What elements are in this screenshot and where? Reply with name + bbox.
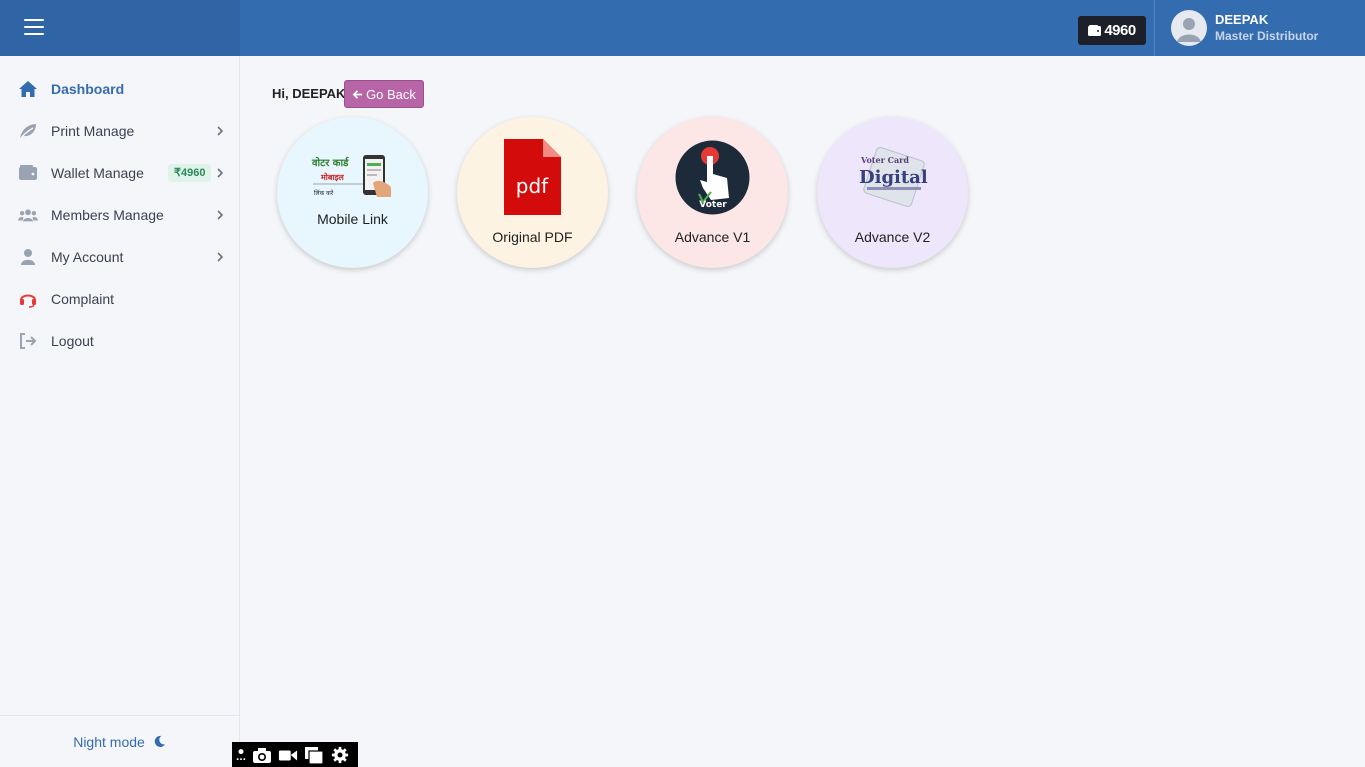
service-tile-advance-v1[interactable]: Voter Advance V1 [637, 117, 788, 268]
sidebar-item-my-account[interactable]: My Account [0, 236, 239, 278]
greeting-text: Hi, DEEPAK [272, 86, 346, 101]
wallet-badge: ₹4960 [168, 164, 212, 182]
moon-icon [154, 735, 165, 747]
sidebar-item-members-manage[interactable]: Members Manage [0, 194, 239, 236]
chevron-right-icon [217, 168, 224, 178]
hamburger-icon[interactable] [24, 19, 44, 37]
recorder-toolbar [232, 742, 358, 767]
sidebar-item-label: Dashboard [51, 81, 125, 97]
voter-logo-text: Voter [699, 200, 727, 210]
top-navbar: 4960 DEEPAK Master Distributor [0, 0, 1365, 56]
go-back-button[interactable]: Go Back [344, 80, 424, 108]
wallet-balance-value: 4960 [1104, 22, 1136, 39]
wallet-icon [1088, 25, 1102, 36]
night-mode-label: Night mode [73, 733, 145, 750]
chevron-right-icon [217, 252, 224, 262]
gear-icon[interactable] [330, 746, 350, 764]
service-tile-advance-v2[interactable]: Voter Card Digital Advance V2 [817, 117, 968, 268]
tile-label: Mobile Link [317, 211, 388, 227]
pdf-icon-text: pdf [516, 174, 549, 198]
sidebar-item-label: Logout [51, 333, 94, 349]
sidebar-item-label: Wallet Manage [51, 165, 144, 181]
user-role: Master Distributor [1215, 29, 1319, 43]
arrow-left-icon [352, 89, 363, 99]
copy-icon[interactable] [304, 746, 324, 764]
sidebar-item-label: My Account [51, 249, 124, 265]
user-name[interactable]: DEEPAK [1215, 12, 1268, 27]
pin-icon[interactable] [236, 746, 246, 764]
sidebar-item-complaint[interactable]: Complaint [0, 278, 239, 320]
home-icon [18, 80, 38, 98]
mobile-link-image-text: वोटर कार्ड [311, 156, 349, 169]
chevron-right-icon [217, 126, 224, 136]
pdf-file-icon: pdf [501, 137, 563, 217]
wallet-balance-chip[interactable]: 4960 [1078, 16, 1146, 45]
sidebar-item-print-manage[interactable]: Print Manage [0, 110, 239, 152]
tile-label: Original PDF [492, 229, 573, 245]
digital-logo-text: Voter Card [860, 155, 909, 165]
mobile-link-image-text: मोबाइल [320, 172, 344, 182]
wallet-icon [18, 164, 38, 182]
service-tile-mobile-link[interactable]: वोटर कार्ड मोबाइल लिंक करें Mobile Link [277, 117, 428, 268]
sidebar-item-label: Members Manage [51, 207, 164, 223]
service-tile-original-pdf[interactable]: pdf Original PDF [457, 117, 608, 268]
voter-card-digital-logo: Voter Card Digital [853, 145, 933, 209]
headset-icon [18, 290, 38, 308]
camera-icon[interactable] [252, 746, 272, 764]
users-icon [18, 206, 38, 224]
voter-touch-logo: Voter [675, 140, 750, 215]
user-icon [18, 248, 38, 266]
sidebar-item-label: Print Manage [51, 123, 135, 139]
digital-logo-text: Digital [859, 167, 928, 188]
sidebar-item-dashboard[interactable]: Dashboard [0, 68, 239, 110]
tile-label: Advance V1 [674, 229, 751, 245]
mobile-link-image-text: लिंक करें [314, 189, 334, 197]
sidebar-item-wallet-manage[interactable]: Wallet Manage ₹4960 [0, 152, 239, 194]
mobile-link-image: वोटर कार्ड मोबाइल लिंक करें [311, 153, 393, 199]
sidebar-item-logout[interactable]: Logout [0, 320, 239, 362]
sidebar-item-label: Complaint [51, 291, 115, 307]
chevron-right-icon [217, 210, 224, 220]
night-mode-toggle[interactable]: Night mode [0, 715, 239, 767]
tile-label: Advance V2 [854, 229, 931, 245]
logout-icon [18, 332, 38, 350]
sidebar: Dashboard Print Manage Wallet Manage ₹49… [0, 56, 240, 767]
topbar-divider [1154, 0, 1155, 56]
video-camera-icon[interactable] [278, 746, 298, 764]
go-back-label: Go Back [366, 86, 416, 102]
user-avatar-icon[interactable] [1171, 10, 1207, 46]
leaf-icon [18, 122, 38, 140]
